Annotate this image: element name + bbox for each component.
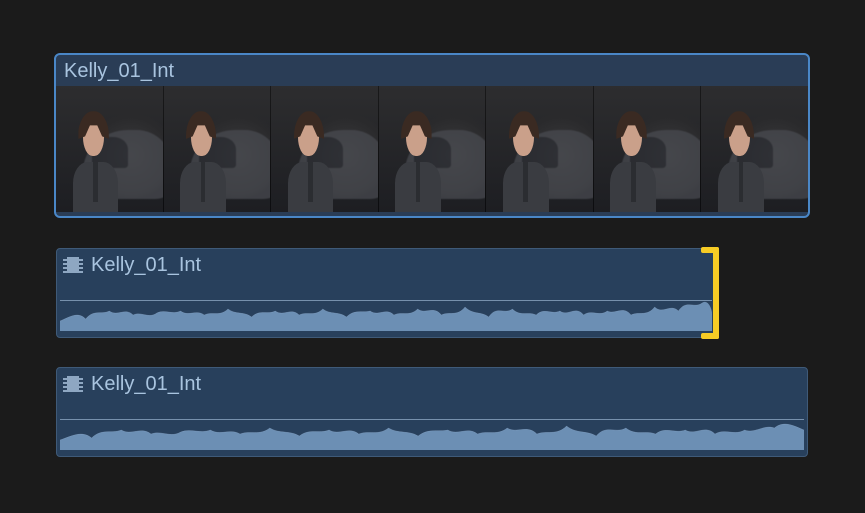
audio-waveform bbox=[60, 400, 804, 450]
film-icon bbox=[63, 376, 83, 392]
thumbnail-frame bbox=[164, 86, 272, 212]
thumbnail-frame bbox=[271, 86, 379, 212]
film-icon bbox=[63, 257, 83, 273]
thumbnail-frame bbox=[486, 86, 594, 212]
video-filmstrip bbox=[56, 86, 808, 212]
thumbnail-frame bbox=[56, 86, 164, 212]
audio-waveform bbox=[60, 281, 712, 331]
thumbnail-frame bbox=[594, 86, 702, 212]
audio-clip[interactable]: Kelly_01_Int bbox=[56, 248, 716, 338]
thumbnail-frame bbox=[701, 86, 808, 212]
video-clip-title: Kelly_01_Int bbox=[56, 55, 808, 84]
audio-clip-header: Kelly_01_Int bbox=[57, 249, 715, 277]
audio-clip[interactable]: Kelly_01_Int bbox=[56, 367, 808, 457]
timeline-canvas[interactable]: Kelly_01_Int bbox=[0, 0, 865, 513]
thumbnail-frame bbox=[379, 86, 487, 212]
audio-clip-title: Kelly_01_Int bbox=[91, 372, 201, 396]
audio-clip-title: Kelly_01_Int bbox=[91, 253, 201, 277]
video-clip[interactable]: Kelly_01_Int bbox=[54, 53, 810, 218]
audio-clip-header: Kelly_01_Int bbox=[57, 368, 807, 396]
